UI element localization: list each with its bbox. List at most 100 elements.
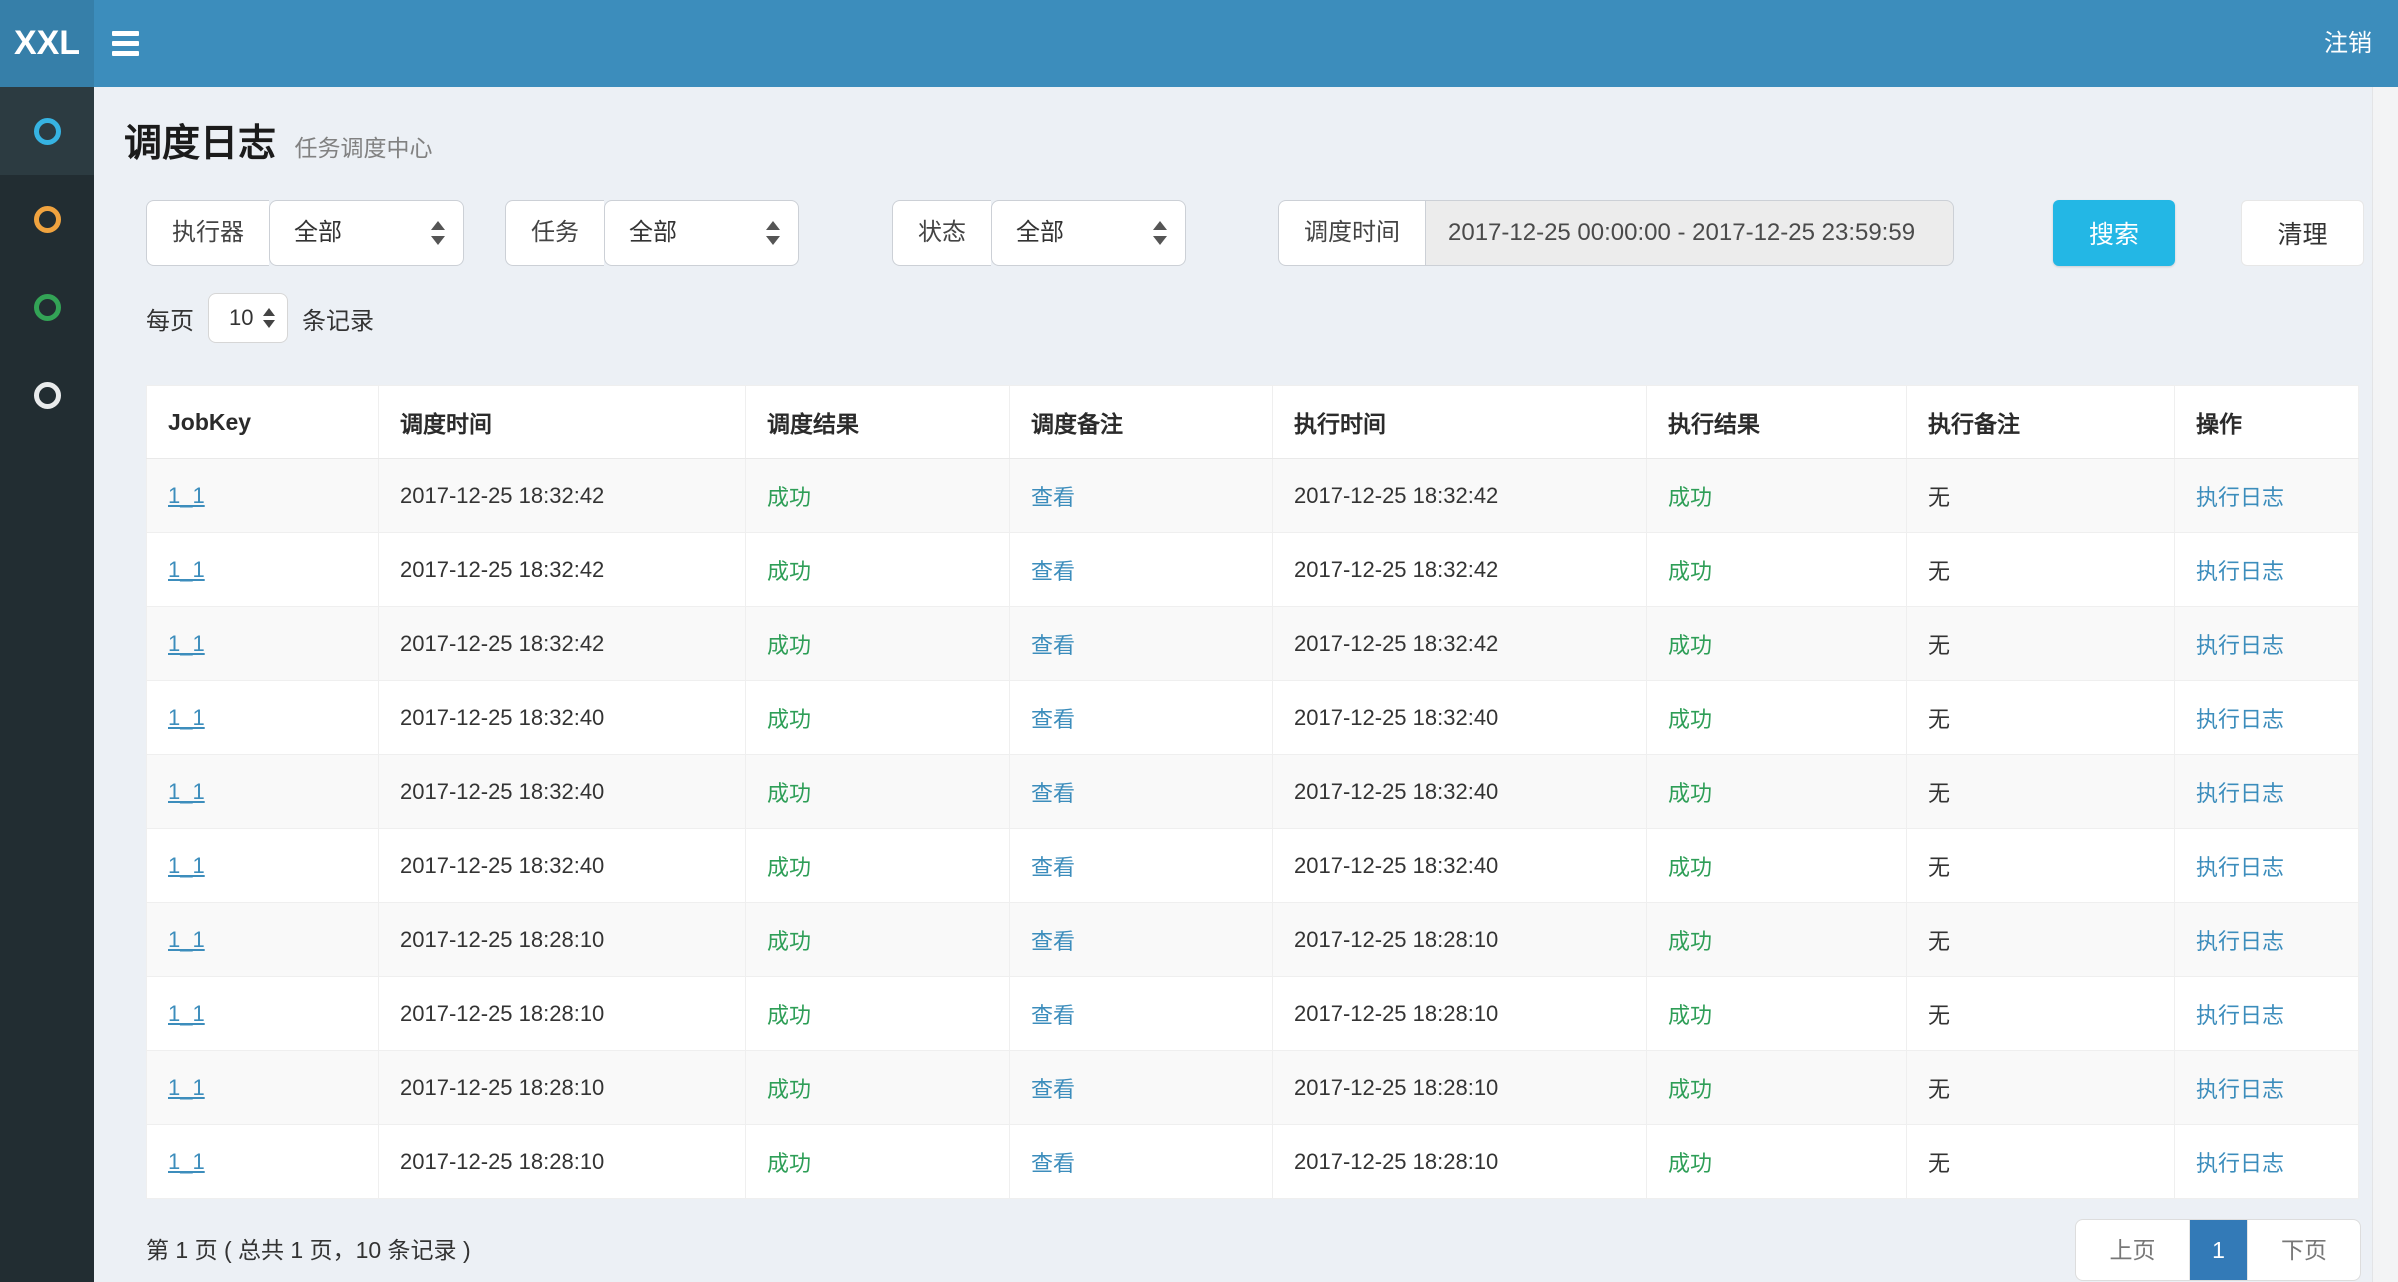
table-row: 1_12017-12-25 18:32:42成功查看2017-12-25 18:… [147, 607, 2359, 681]
execute-log-link[interactable]: 执行日志 [2196, 781, 2284, 806]
handle-result: 成功 [1668, 485, 1712, 510]
handle-result: 成功 [1668, 707, 1712, 732]
jobkey-link[interactable]: 1_1 [168, 1075, 205, 1100]
sidebar-item-menu-item-2[interactable] [0, 175, 94, 263]
trigger-msg-link[interactable]: 查看 [1031, 781, 1075, 806]
trigger-result: 成功 [767, 1151, 811, 1176]
sidebar-toggle-button[interactable] [94, 0, 156, 87]
execute-log-link[interactable]: 执行日志 [2196, 485, 2284, 510]
filter-toolbar: 执行器 全部 任务 全部 状态 全部 调度时间 2017-12-25 00:00… [0, 200, 2398, 266]
table-row: 1_12017-12-25 18:32:42成功查看2017-12-25 18:… [147, 459, 2359, 533]
logout-link[interactable]: 注销 [2324, 0, 2372, 87]
trigger-time-cell: 2017-12-25 18:28:10 [400, 927, 604, 952]
trigger-result: 成功 [767, 929, 811, 954]
handle-time-cell: 2017-12-25 18:32:42 [1294, 483, 1498, 508]
sidebar-item-menu-item-3[interactable] [0, 263, 94, 351]
execute-log-link[interactable]: 执行日志 [2196, 1151, 2284, 1176]
table-row: 1_1 2017-12-25 18:32:40 成功 查看 2017-12-25 18:… [147, 755, 2359, 829]
trigger-msg-link[interactable]: 查看 [1031, 559, 1075, 584]
select-arrows-icon [263, 308, 275, 328]
job-filter-group: 任务 全部 [505, 200, 799, 266]
column-header: JobKey [147, 386, 379, 459]
trigger-result: 成功 [767, 559, 811, 584]
execute-log-link[interactable]: 执行日志 [2196, 633, 2284, 658]
handle-result: 成功 [1668, 1077, 1712, 1102]
handle-result: 成功 [1668, 929, 1712, 954]
table-row: 1_12017-12-25 18:32:40成功查看2017-12-25 18:… [147, 681, 2359, 755]
trigger-msg-link[interactable]: 查看 [1031, 1003, 1075, 1028]
column-header: 操作 [2175, 386, 2359, 459]
handle-time-cell: 2017-12-25 18:28:10 [1294, 1149, 1498, 1174]
jobkey-link[interactable]: 1_1 [168, 631, 205, 656]
trigger-msg-link[interactable]: 查看 [1031, 633, 1075, 658]
trigger-time-range-input[interactable]: 2017-12-25 00:00:00 - 2017-12-25 23:59:5… [1425, 200, 1954, 266]
table-row: 1_12017-12-25 18:32:40成功查看2017-12-25 18:… [147, 829, 2359, 903]
vertical-scrollbar[interactable] [2372, 87, 2398, 1282]
executor-filter-group: 执行器 全部 [146, 200, 464, 266]
jobkey-link[interactable]: 1_1 [168, 1149, 205, 1174]
handle-msg-cell: 无 [1928, 855, 1950, 880]
trigger-msg-link[interactable]: 查看 [1031, 485, 1075, 510]
trigger-msg-link[interactable]: 查看 [1031, 1151, 1075, 1176]
trigger-msg-link[interactable]: 查看 [1031, 707, 1075, 732]
column-header: 调度结果 [746, 386, 1010, 459]
table-row: 1_1 2017-12-25 18:28:10 成功 查看 2017-12-25 18:… [147, 903, 2359, 977]
execute-log-link[interactable]: 执行日志 [2196, 929, 2284, 954]
status-filter-label: 状态 [892, 200, 991, 266]
page-size-prefix: 每页 [146, 301, 194, 336]
circle-o-icon [34, 382, 61, 409]
trigger-msg-link[interactable]: 查看 [1031, 1077, 1075, 1102]
page-size-suffix: 条记录 [302, 301, 374, 336]
sidebar-item-menu-item-4[interactable] [0, 351, 94, 439]
trigger-result: 成功 [767, 855, 811, 880]
prev-page-button[interactable]: 上页 [2076, 1220, 2189, 1280]
trigger-time-filter-group: 调度时间 2017-12-25 00:00:00 - 2017-12-25 23… [1278, 200, 1954, 266]
execute-log-link[interactable]: 执行日志 [2196, 1077, 2284, 1102]
handle-result: 成功 [1668, 1151, 1712, 1176]
page-size-select[interactable]: 10 [208, 293, 288, 343]
trigger-time-label: 调度时间 [1278, 200, 1425, 266]
handle-result: 成功 [1668, 781, 1712, 806]
handle-time-cell: 2017-12-25 18:28:10 [1294, 927, 1498, 952]
jobkey-link[interactable]: 1_1 [168, 705, 205, 730]
execute-log-link[interactable]: 执行日志 [2196, 855, 2284, 880]
executor-select[interactable]: 全部 [269, 200, 464, 266]
sidebar-item-schedule-log[interactable] [0, 87, 94, 175]
handle-time-cell: 2017-12-25 18:32:40 [1294, 779, 1498, 804]
trigger-time-cell: 2017-12-25 18:32:42 [400, 631, 604, 656]
handle-msg-cell: 无 [1928, 1077, 1950, 1102]
table-row: 1_12017-12-25 18:28:10成功查看2017-12-25 18:… [147, 977, 2359, 1051]
select-arrows-icon [431, 221, 445, 245]
job-select[interactable]: 全部 [604, 200, 799, 266]
trigger-result: 成功 [767, 707, 811, 732]
next-page-button[interactable]: 下页 [2247, 1220, 2360, 1280]
status-filter-group: 状态 全部 [892, 200, 1186, 266]
jobkey-link[interactable]: 1_1 [168, 779, 205, 804]
app-logo[interactable]: XXL [0, 0, 94, 87]
jobkey-link[interactable]: 1_1 [168, 483, 205, 508]
jobkey-link[interactable]: 1_1 [168, 557, 205, 582]
execute-log-link[interactable]: 执行日志 [2196, 1003, 2284, 1028]
handle-result: 成功 [1668, 855, 1712, 880]
clear-button[interactable]: 清理 [2241, 200, 2364, 266]
handle-msg-cell: 无 [1928, 633, 1950, 658]
trigger-time-cell: 2017-12-25 18:32:40 [400, 779, 604, 804]
current-page-button[interactable]: 1 [2189, 1220, 2247, 1280]
jobkey-link[interactable]: 1_1 [168, 853, 205, 878]
handle-result: 成功 [1668, 559, 1712, 584]
trigger-result: 成功 [767, 485, 811, 510]
handle-time-cell: 2017-12-25 18:32:40 [1294, 853, 1498, 878]
executor-filter-label: 执行器 [146, 200, 269, 266]
search-button[interactable]: 搜索 [2053, 200, 2175, 266]
top-navbar: XXL 注销 [0, 0, 2398, 87]
pagination-summary: 第 1 页 ( 总共 1 页，10 条记录 ) [146, 1231, 471, 1265]
execute-log-link[interactable]: 执行日志 [2196, 559, 2284, 584]
handle-time-cell: 2017-12-25 18:32:40 [1294, 705, 1498, 730]
trigger-msg-link[interactable]: 查看 [1031, 929, 1075, 954]
trigger-msg-link[interactable]: 查看 [1031, 855, 1075, 880]
jobkey-link[interactable]: 1_1 [168, 927, 205, 952]
jobkey-link[interactable]: 1_1 [168, 1001, 205, 1026]
status-select[interactable]: 全部 [991, 200, 1186, 266]
column-header: 执行时间 [1273, 386, 1647, 459]
execute-log-link[interactable]: 执行日志 [2196, 707, 2284, 732]
